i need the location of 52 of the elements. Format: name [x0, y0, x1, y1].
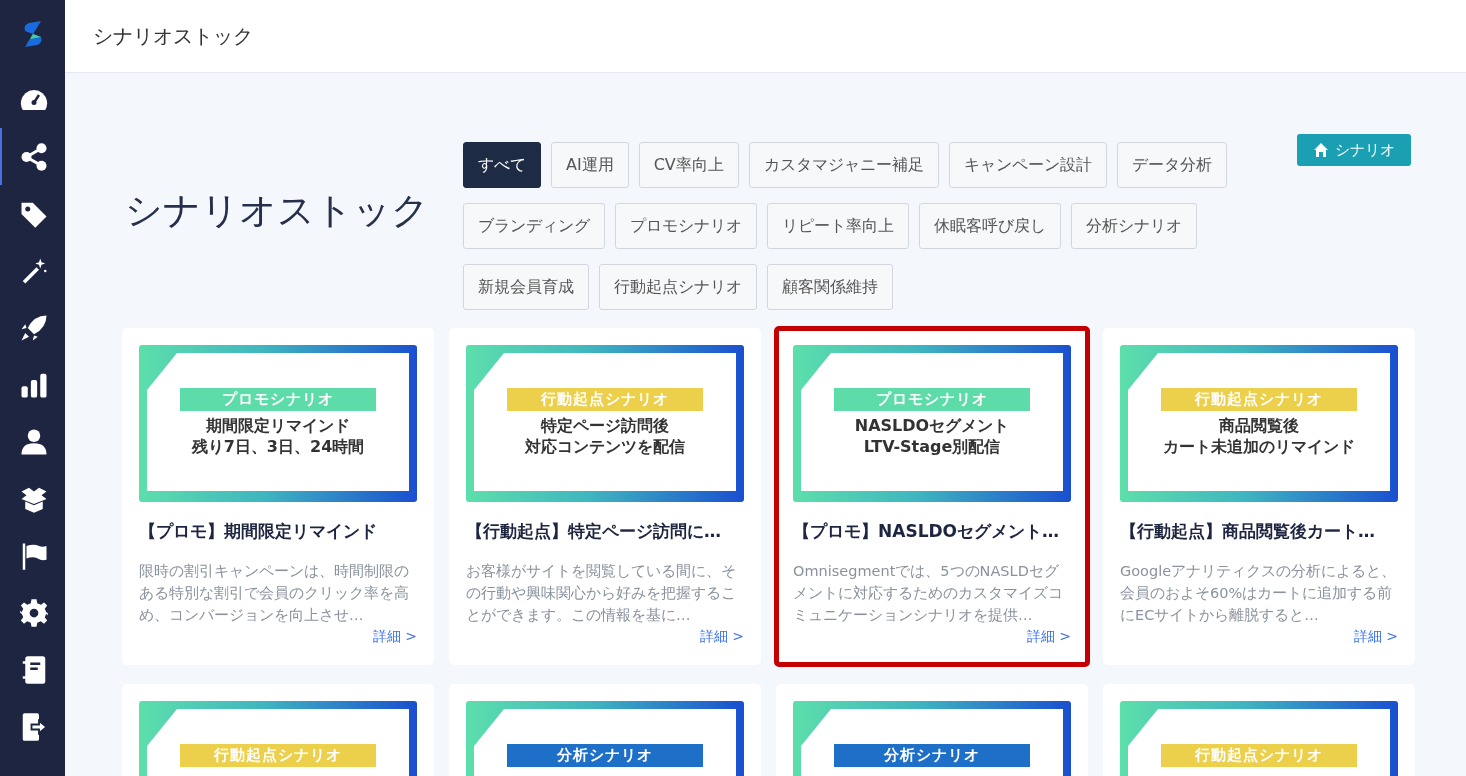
- filter-chip[interactable]: すべて: [463, 142, 541, 188]
- filter-chip[interactable]: 顧客関係維持: [767, 264, 893, 310]
- banner-text: NASLDOセグメント: [854, 415, 1010, 436]
- page-header-title: シナリオストック: [93, 22, 253, 50]
- card-title: 【プロモ】NASLDOセグメント…: [793, 520, 1061, 543]
- banner-text: 期間限定リマインド: [206, 415, 350, 436]
- filter-chip[interactable]: 分析シナリオ: [1071, 203, 1197, 249]
- scenario-card[interactable]: プロモシナリオ 期間限定リマインド 残り7日、3日、24時間 【プロモ】期間限定リマインド 限時の割引キャンペーンは、時間制限のある特別な割引で会員のクリック率を高め、コンバージョンを向上させ… 詳細 >: [122, 328, 434, 665]
- category-tag: 分析シナリオ: [834, 744, 1030, 767]
- filter-chip[interactable]: カスタマジャニー補足: [748, 142, 939, 188]
- details-link[interactable]: 詳細 >: [1353, 628, 1398, 646]
- category-tag: プロモシナリオ: [834, 388, 1030, 411]
- details-link[interactable]: 詳細 >: [699, 628, 744, 646]
- card-title: 【プロモ】期間限定リマインド: [139, 520, 378, 543]
- filter-chip[interactable]: 行動起点シナリオ: [599, 264, 757, 310]
- banner-text: 残り7日、3日、24時間: [191, 436, 365, 457]
- banner-text: LTV-Stage別配信: [863, 436, 1001, 457]
- filter-chip[interactable]: 新規会員育成: [463, 264, 589, 310]
- card-description: Omnisegmentでは、5つのNASLDセグメントに対応するためのカスタマイズコミュニケーションシナリオを提供…: [793, 562, 1064, 625]
- filter-chip[interactable]: プロモシナリオ: [615, 203, 757, 249]
- card-description: 限時の割引キャンペーンは、時間制限のある特別な割引で会員のクリック率を高め、コンバージョンを向上させ…: [139, 562, 410, 625]
- filter-chip[interactable]: AI運用: [551, 142, 629, 188]
- home-icon: [1313, 142, 1329, 158]
- scenario-card[interactable]: 行動起点シナリオ 特定ページ訪問後 対応コンテンツを配信 【行動起点】特定ページ訪問に… お客様がサイトを閲覧している間に、その行動や興味関心から好みを把握することができます。この情報を基に… 詳細 >: [449, 328, 761, 665]
- category-tag: 行動起点シナリオ: [1161, 744, 1357, 767]
- card-title: 【行動起点】特定ページ訪問に…: [466, 520, 722, 543]
- filter-chip[interactable]: リピート率向上: [767, 203, 909, 249]
- banner-text: 特定ページ訪問後: [541, 415, 669, 436]
- category-tag: プロモシナリオ: [180, 388, 376, 411]
- category-tag: 行動起点シナリオ: [1161, 388, 1357, 411]
- filter-chip[interactable]: データ分析: [1116, 142, 1227, 188]
- category-tag: 行動起点シナリオ: [180, 744, 376, 767]
- gear-icon: [18, 597, 49, 628]
- category-tag: 分析シナリオ: [507, 744, 703, 767]
- details-link[interactable]: 詳細 >: [1026, 628, 1071, 646]
- filter-chip[interactable]: ブランディング: [463, 203, 605, 249]
- filter-chip[interactable]: CV率向上: [638, 142, 739, 188]
- details-link[interactable]: 詳細 >: [372, 628, 417, 646]
- card-description: Googleアナリティクスの分析によると、会員のおよそ60%はカートに追加する前にECサイトから離脱すると…: [1120, 562, 1398, 625]
- page-title: シナリオストック: [125, 188, 429, 234]
- filter-chip[interactable]: 休眠客呼び戻し: [919, 203, 1061, 249]
- scenario-card[interactable]: 行動起点シナリオ 商品閲覧後 カート未追加のリマインド 【行動起点】商品閲覧後カート… Googleアナリティクスの分析によると、会員のおよそ60%はカートに追加する前にECサイトから離脱すると… 詳細 >: [1103, 328, 1415, 665]
- category-tag: 行動起点シナリオ: [507, 388, 703, 411]
- card-description: お客様がサイトを閲覧している間に、その行動や興味関心から好みを把握することができます。この情報を基に…: [466, 562, 737, 625]
- scenario-card[interactable]: プロモシナリオ NASLDOセグメント LTV-Stage別配信 【プロモ】NASLDOセグメント… Omnisegmentでは、5つのNASLDセグメントに対応するためのカスタマイズコミュニケーションシナリオを提供… 詳細 >: [774, 326, 1090, 667]
- filter-chip[interactable]: キャンペーン設計: [948, 142, 1107, 188]
- banner-text: 対応コンテンツを配信: [525, 436, 685, 457]
- card-title: 【行動起点】商品閲覧後カート…: [1120, 520, 1376, 543]
- banner-text: カート未追加のリマインド: [1163, 436, 1355, 457]
- scenario-card[interactable]: 分析シナリオ: [776, 684, 1088, 776]
- scenario-card[interactable]: 分析シナリオ: [449, 684, 761, 776]
- banner-text: 商品閲覧後: [1219, 415, 1299, 436]
